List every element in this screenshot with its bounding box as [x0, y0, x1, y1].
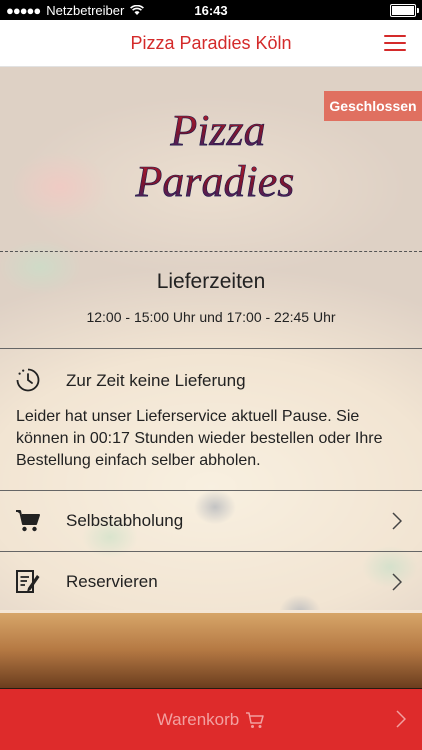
delivery-notice: Zur Zeit keine Lieferung — [0, 366, 422, 396]
notice-title: Zur Zeit keine Lieferung — [66, 371, 246, 390]
restaurant-logo: Pizza Paradies — [134, 106, 295, 207]
menu-line-icon — [384, 49, 406, 51]
hamburger-menu-button[interactable] — [384, 35, 406, 51]
menu-line-icon — [384, 35, 406, 37]
status-bar: ●●●●● Netzbetreiber 16:43 — [0, 0, 422, 20]
shopping-cart-icon — [16, 510, 40, 532]
cart-icon — [246, 711, 264, 728]
notice-text: Leider hat unser Lieferservice aktuell P… — [16, 408, 383, 469]
cart-button[interactable]: Warenkorb — [0, 689, 422, 750]
dashed-divider — [0, 251, 422, 252]
menu-line-icon — [384, 42, 406, 44]
edit-document-icon — [16, 570, 40, 593]
logo-word-2: Paradies — [135, 157, 295, 206]
wifi-icon — [130, 4, 145, 15]
page-title: Pizza Paradies Köln — [130, 32, 292, 53]
status-bar-right — [390, 3, 422, 17]
chevron-right-icon — [392, 512, 402, 530]
chevron-right-icon — [392, 573, 402, 591]
carrier-name: Netzbetreiber — [46, 2, 125, 18]
divider — [0, 348, 422, 349]
reserve-label: Reservieren — [66, 572, 158, 591]
pickup-label: Selbstabholung — [66, 511, 184, 530]
reserve-row[interactable]: Reservieren — [0, 552, 422, 612]
clock-icon — [16, 368, 40, 392]
navigation-bar: Pizza Paradies Köln — [0, 20, 422, 67]
pizza-crust-image — [0, 610, 422, 688]
status-bar-left: ●●●●● Netzbetreiber — [0, 2, 145, 18]
pickup-row[interactable]: Selbstabholung — [0, 491, 422, 551]
delivery-hours-title: Lieferzeiten — [156, 270, 266, 293]
cart-label: Warenkorb — [156, 709, 240, 729]
battery-icon — [390, 3, 419, 17]
status-badge: Geschlossen — [324, 91, 422, 121]
signal-dots-icon: ●●●●● — [6, 2, 41, 18]
delivery-hours-value: 12:00 - 15:00 Uhr und 17:00 - 22:45 Uhr — [86, 309, 336, 325]
chevron-right-icon — [396, 710, 406, 728]
logo-word-1: Pizza — [169, 106, 265, 155]
